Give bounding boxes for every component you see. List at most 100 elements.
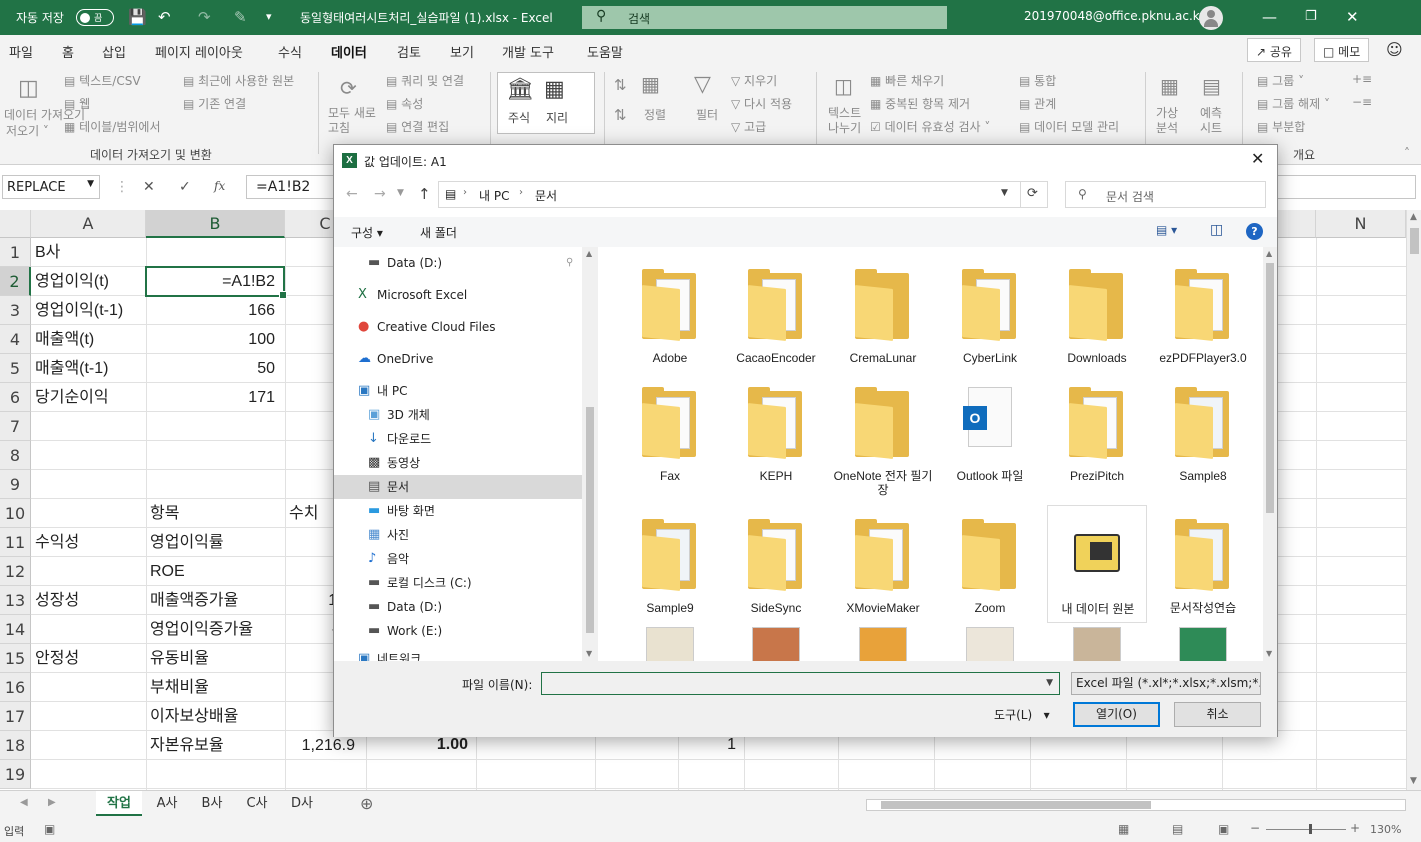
cell-a13[interactable]: 성장성 (35, 586, 145, 615)
row-header[interactable]: 9 (0, 470, 31, 499)
scroll-thumb[interactable] (1410, 228, 1419, 254)
nav-item[interactable]: X Microsoft Excel (334, 283, 582, 307)
cell-a8[interactable] (35, 441, 145, 470)
horizontal-scrollbar[interactable] (866, 799, 1406, 811)
data-types-gallery[interactable]: 🏛 주식 ▦ 지리 (497, 72, 595, 134)
page-break-view-icon[interactable]: ▣ (1218, 822, 1229, 836)
sheet-tab-b[interactable]: B사 (190, 791, 234, 816)
zoom-out-icon[interactable]: − (1250, 821, 1260, 835)
file-thumbnail[interactable] (646, 627, 694, 661)
row-header[interactable]: 2 (0, 267, 31, 296)
text-csv-button[interactable]: ▤ 텍스트/CSV (64, 72, 141, 89)
sort-button[interactable]: 정렬 (644, 106, 666, 123)
cell-a2[interactable]: 영업이익(t) (35, 267, 145, 296)
sheet-tab-work[interactable]: 작업 (96, 791, 142, 816)
column-header-n[interactable]: N (1316, 210, 1406, 238)
remove-duplicates-button[interactable]: ▦ 중복된 항목 제거 (870, 95, 970, 112)
nav-item[interactable]: ▣ 내 PC (334, 379, 582, 403)
cell-a19[interactable] (35, 760, 145, 789)
recent-sources-button[interactable]: ▤ 최근에 사용한 원본 (183, 72, 294, 89)
row-header[interactable]: 8 (0, 441, 31, 470)
enter-icon[interactable]: ✓ (179, 179, 191, 195)
file-item[interactable]: PreziPitch (1047, 373, 1147, 491)
nav-item[interactable]: ▣ 네트워크 (334, 647, 582, 661)
name-box[interactable]: REPLACE ▼ (2, 175, 100, 199)
group-button[interactable]: ▤ 그룹 ˅ (1257, 72, 1304, 89)
breadcrumb-documents[interactable]: 문서 (535, 187, 557, 204)
cell-a11[interactable]: 수익성 (35, 528, 145, 557)
row-header[interactable]: 7 (0, 412, 31, 441)
close-icon[interactable]: ✕ (1346, 8, 1359, 26)
cell-b1[interactable] (150, 238, 284, 267)
minimize-icon[interactable]: — (1262, 8, 1277, 26)
tab-home[interactable]: 홈 (62, 42, 74, 61)
select-all-corner[interactable] (0, 210, 31, 238)
cell-a10[interactable] (35, 499, 145, 528)
address-bar[interactable]: ▤ › 내 PC › 문서 ▼ (438, 181, 1021, 208)
queries-button[interactable]: ▤ 쿼리 및 연결 (386, 72, 464, 89)
file-item[interactable]: CyberLink (940, 255, 1040, 373)
zoom-in-icon[interactable]: + (1350, 821, 1360, 835)
nav-item[interactable]: ▬ Data (D:) (334, 595, 582, 619)
nav-item[interactable]: ▬ 로컬 디스크 (C:) (334, 571, 582, 595)
file-item[interactable]: O Outlook 파일 (940, 373, 1040, 491)
tab-data[interactable]: 데이터 (331, 42, 367, 69)
cell-b9[interactable] (150, 470, 284, 499)
nav-item[interactable]: ♪ 음악 (334, 547, 582, 571)
cell-c19[interactable] (285, 760, 355, 789)
cell-b13[interactable]: 매출액증가율 (150, 586, 284, 615)
scroll-down-icon[interactable]: ▼ (1410, 776, 1417, 786)
cell-b10[interactable]: 항목 (150, 499, 284, 528)
properties-button[interactable]: ▤ 속성 (386, 95, 423, 112)
cell-b5[interactable]: 50 (146, 354, 275, 383)
nav-scrollbar[interactable]: ▲ ▼ (582, 247, 598, 661)
data-validation-button[interactable]: ☑ 데이터 유효성 검사 ˅ (870, 118, 990, 135)
cell-b6[interactable]: 171 (146, 383, 275, 412)
tools-button[interactable]: 도구(L) ▾ (994, 706, 1050, 723)
nav-item[interactable]: ▬ 바탕 화면 (334, 499, 582, 523)
show-detail-icon[interactable]: +≡ (1352, 72, 1372, 86)
what-if-button[interactable]: 가상 분석 (1156, 106, 1192, 136)
tab-view[interactable]: 보기 (450, 42, 474, 61)
row-header[interactable]: 16 (0, 673, 31, 702)
scroll-thumb[interactable] (586, 407, 594, 633)
file-item[interactable]: Zoom (940, 505, 1040, 623)
sort-desc-icon[interactable]: ⇅ (614, 106, 627, 124)
redo-icon[interactable]: ↷ (198, 8, 211, 26)
next-sheet-icon[interactable]: ▶ (48, 797, 56, 808)
nav-item[interactable]: ▤ 문서 (334, 475, 582, 499)
scroll-down-icon[interactable]: ▼ (586, 649, 592, 658)
subtotal-button[interactable]: ▤ 부분합 (1257, 118, 1305, 135)
reapply-button[interactable]: ▽ 다시 적용 (731, 95, 792, 112)
scroll-thumb[interactable] (1266, 263, 1274, 513)
scroll-up-icon[interactable]: ▲ (586, 249, 592, 258)
row-header[interactable]: 15 (0, 644, 31, 673)
cell-b16[interactable]: 부채비율 (150, 673, 284, 702)
row-header[interactable]: 4 (0, 325, 31, 354)
view-options-icon[interactable]: ▤ ▾ (1156, 223, 1177, 237)
edit-links-button[interactable]: ▤ 연결 편집 (386, 118, 449, 135)
file-thumbnail[interactable] (1073, 627, 1121, 661)
share-button[interactable]: ↗ 공유 (1247, 38, 1301, 62)
sheet-tab-c[interactable]: C사 (235, 791, 279, 816)
undo-icon[interactable]: ↶ (158, 8, 171, 26)
collapse-ribbon-icon[interactable]: ˄ (1404, 146, 1410, 160)
account-name[interactable]: 201970048@office.pknu.ac.kr (1024, 9, 1205, 23)
row-header[interactable]: 17 (0, 702, 31, 731)
cell-a4[interactable]: 매출액(t) (35, 325, 145, 354)
file-type-select[interactable]: Excel 파일 (*.xl*;*.xlsx;*.xlsm;*. (1071, 672, 1261, 695)
file-item[interactable]: CremaLunar (833, 255, 933, 373)
zoom-slider[interactable] (1266, 824, 1346, 834)
row-header[interactable]: 11 (0, 528, 31, 557)
file-item[interactable]: KEPH (726, 373, 826, 491)
open-button[interactable]: 열기(O) (1073, 702, 1160, 727)
cell-b17[interactable]: 이자보상배율 (150, 702, 284, 731)
insert-function-icon[interactable]: fx (214, 179, 225, 193)
row-header[interactable]: 5 (0, 354, 31, 383)
web-button[interactable]: ▤ 웹 (64, 95, 90, 112)
cell-a15[interactable]: 안정성 (35, 644, 145, 673)
pin-icon[interactable]: ⚲ (566, 251, 573, 275)
file-item[interactable]: XMovieMaker (833, 505, 933, 623)
tab-file[interactable]: 파일 (9, 42, 33, 61)
nav-item[interactable]: ▣ 3D 개체 (334, 403, 582, 427)
